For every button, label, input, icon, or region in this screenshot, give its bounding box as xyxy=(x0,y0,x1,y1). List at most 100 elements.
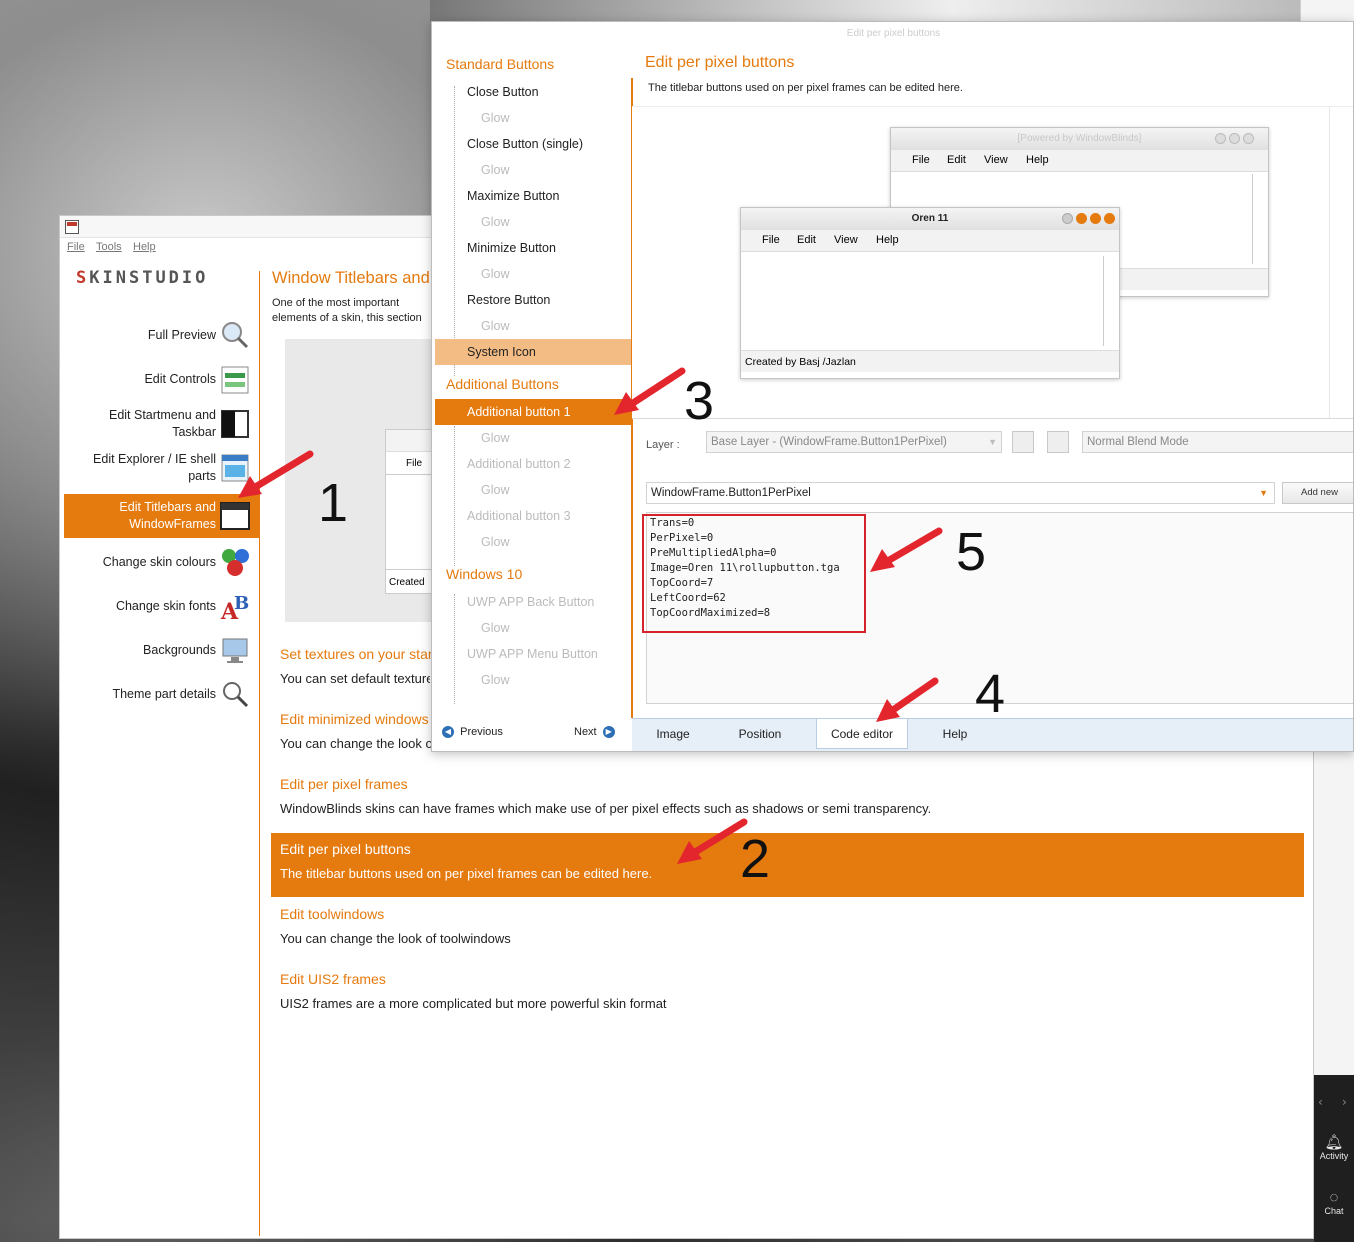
tab-position[interactable]: Position xyxy=(722,719,798,749)
tree-item-glow[interactable]: Glow xyxy=(435,209,631,235)
chevron-down-icon: ▼ xyxy=(988,437,997,447)
chevron-down-icon: ▼ xyxy=(1259,488,1268,498)
preview-back-title: [Powered by WindowBlinds] xyxy=(891,128,1268,150)
annotation-number-4: 4 xyxy=(975,664,1006,724)
tree-item-additional-1[interactable]: Additional button 1 xyxy=(435,399,631,425)
chevron-right-icon[interactable]: › xyxy=(1342,1095,1347,1109)
tree-item-close-button[interactable]: Close Button xyxy=(435,79,631,105)
window-frame-icon xyxy=(220,502,250,530)
nav-theme-part-details[interactable]: Theme part details xyxy=(64,674,260,714)
next-label: Next xyxy=(574,726,597,738)
monitor-icon xyxy=(222,638,248,663)
menu-file[interactable]: File xyxy=(67,241,85,253)
preview-back-menu: File Edit View Help xyxy=(891,150,1268,172)
nav-label: Change skin colours xyxy=(102,555,216,569)
annotation-arrow-1 xyxy=(238,450,314,498)
tree-item-glow[interactable]: Glow xyxy=(435,615,631,641)
tree-head-additional: Additional Buttons xyxy=(446,376,559,392)
layer-label: Layer : xyxy=(646,439,680,451)
nav-label: Theme part details xyxy=(112,687,216,701)
background-window-strip xyxy=(430,0,1300,22)
task-title[interactable]: Edit per pixel frames xyxy=(280,776,408,792)
tree-item-maximize[interactable]: Maximize Button xyxy=(435,183,631,209)
annotation-arrow-4 xyxy=(876,677,939,722)
tree-item-glow[interactable]: Glow xyxy=(435,105,631,131)
nav-full-preview[interactable]: Full Preview xyxy=(64,316,260,356)
activity-button[interactable]: 🔔︎ Activity xyxy=(1314,1133,1354,1161)
task-title[interactable]: Edit minimized windows xyxy=(280,711,429,727)
tree-item-additional-2[interactable]: Additional button 2 xyxy=(435,451,631,477)
tree-head-standard: Standard Buttons xyxy=(446,56,555,72)
skin-preview-area: Fo [Powered by WindowBlinds] File Edit V… xyxy=(632,106,1353,419)
nav-edit-startmenu[interactable]: Edit Startmenu and Taskbar xyxy=(64,404,260,444)
preview-menu-file: File xyxy=(406,458,423,469)
nav-label: Edit Startmenu and Taskbar xyxy=(108,408,216,439)
menu-help[interactable]: Help xyxy=(133,241,156,253)
scrollbar[interactable] xyxy=(1103,256,1113,346)
preview-front-menu: File Edit View Help xyxy=(741,230,1119,252)
blend-mode-select[interactable]: Normal Blend Mode xyxy=(1082,431,1353,453)
tree-head-windows10: Windows 10 xyxy=(446,566,523,582)
tree-item-glow[interactable]: Glow xyxy=(435,313,631,339)
arrow-right-icon: ▶ xyxy=(602,726,615,739)
annotation-arrow-5 xyxy=(870,527,943,572)
skinstudio-logo: SKINSTUDIO xyxy=(76,268,209,288)
code-section-select[interactable]: WindowFrame.Button1PerPixel ▼ xyxy=(646,482,1275,504)
nav-backgrounds[interactable]: Backgrounds xyxy=(64,630,260,670)
preview-mini-window: File Created xyxy=(385,429,436,594)
annotation-number-5: 5 xyxy=(956,522,987,582)
scrollbar[interactable] xyxy=(1252,174,1262,264)
chat-button[interactable]: ◌ Chat xyxy=(1314,1189,1354,1216)
layer-select[interactable]: Base Layer - (WindowFrame.Button1PerPixe… xyxy=(706,431,1002,453)
button-tree: Standard Buttons Close Button Glow Close… xyxy=(432,46,632,726)
layer-remove-button[interactable] xyxy=(1047,431,1069,453)
section-description: One of the most important elements of a … xyxy=(272,297,422,328)
tree-item-glow[interactable]: Glow xyxy=(435,157,631,183)
app-icon xyxy=(65,220,79,234)
magnifier-icon xyxy=(222,322,249,349)
nav-label: Edit Explorer / IE shell parts xyxy=(93,452,216,483)
task-title[interactable]: Edit UIS2 frames xyxy=(280,971,386,987)
tab-image[interactable]: Image xyxy=(632,719,714,749)
nav-label: Backgrounds xyxy=(143,643,216,657)
bell-icon: 🔔︎ xyxy=(1324,1134,1344,1151)
tree-item-glow[interactable]: Glow xyxy=(435,667,631,693)
chat-icon: ◌ xyxy=(1329,1189,1339,1206)
tree-item-additional-3[interactable]: Additional button 3 xyxy=(435,503,631,529)
annotation-highlight-box xyxy=(642,514,866,633)
dialog-titlebar: Edit per pixel buttons xyxy=(432,22,1353,46)
annotation-number-1: 1 xyxy=(318,473,349,533)
tree-item-uwp-back[interactable]: UWP APP Back Button xyxy=(435,589,631,615)
chevron-left-icon[interactable]: ‹ xyxy=(1318,1095,1323,1109)
next-button[interactable]: Next ▶ xyxy=(574,726,615,739)
tree-item-glow[interactable]: Glow xyxy=(435,529,631,555)
tree-item-minimize[interactable]: Minimize Button xyxy=(435,235,631,261)
preview-front-status: Created by Basj /Jazlan xyxy=(741,350,1119,372)
nav-change-colours[interactable]: Change skin colours xyxy=(64,542,260,582)
tree-item-glow[interactable]: Glow xyxy=(435,261,631,287)
selected-task-highlight xyxy=(271,833,1304,897)
annotation-arrow-3 xyxy=(614,367,686,415)
previous-button[interactable]: ◀ Previous xyxy=(442,726,503,739)
add-new-button[interactable]: Add new xyxy=(1282,482,1353,504)
tree-item-close-single[interactable]: Close Button (single) xyxy=(435,131,631,157)
nav-divider xyxy=(259,271,260,1236)
tree-item-uwp-menu[interactable]: UWP APP Menu Button xyxy=(435,641,631,667)
tree-item-restore[interactable]: Restore Button xyxy=(435,287,631,313)
chat-label: Chat xyxy=(1324,1206,1344,1216)
layer-add-button[interactable] xyxy=(1012,431,1034,453)
task-desc: You can set default textures xyxy=(280,671,430,686)
menu-tools[interactable]: Tools xyxy=(96,241,122,253)
task-desc: You can change the look of toolwindows xyxy=(280,931,511,946)
nav-label: Edit Titlebars and WindowFrames xyxy=(119,500,216,531)
nav-edit-controls[interactable]: Edit Controls xyxy=(64,360,260,400)
preview-status: Created xyxy=(389,577,425,588)
tree-item-glow[interactable]: Glow xyxy=(435,425,631,451)
tree-item-glow[interactable]: Glow xyxy=(435,477,631,503)
tree-item-system-icon[interactable]: System Icon xyxy=(435,339,631,365)
annotation-number-3: 3 xyxy=(684,371,715,431)
nav-change-fonts[interactable]: Change skin fonts AB xyxy=(64,586,260,626)
edit-per-pixel-buttons-dialog: Edit per pixel buttons Standard Buttons … xyxy=(431,21,1354,752)
task-title[interactable]: Edit per pixel buttons xyxy=(280,841,411,857)
task-title[interactable]: Edit toolwindows xyxy=(280,906,384,922)
